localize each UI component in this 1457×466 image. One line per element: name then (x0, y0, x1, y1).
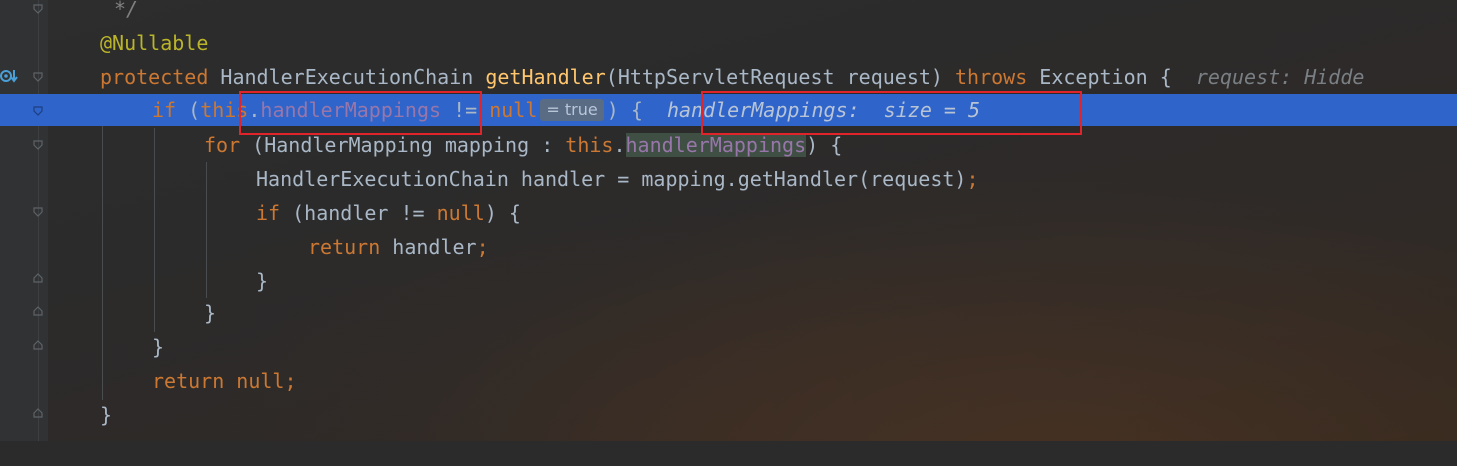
exception-type: Exception (1039, 65, 1148, 89)
brace: { (508, 201, 521, 225)
debug-value-hint: request: Hidde (1195, 65, 1365, 89)
brace: } (100, 403, 113, 427)
brace: } (256, 269, 269, 293)
param-type: HttpServletRequest (617, 65, 835, 89)
code-line[interactable]: } (0, 398, 1457, 432)
field-ref[interactable]: handlerMappings (260, 98, 441, 122)
fold-marker-icon[interactable] (32, 340, 44, 352)
paren: ( (252, 133, 265, 157)
assignment-statement: HandlerExecutionChain handler = mapping.… (256, 162, 979, 196)
code-line[interactable]: @Nullable (0, 26, 1457, 60)
keyword: null (436, 201, 485, 225)
fold-marker-icon[interactable] (32, 2, 44, 14)
fold-marker-icon[interactable] (32, 138, 44, 150)
keyword: if (256, 201, 281, 225)
variable: mapping (444, 133, 530, 157)
paren: ) (484, 201, 497, 225)
if-statement: if (handler != null) { (256, 196, 521, 230)
paren: ( (605, 65, 618, 89)
brace: { (830, 133, 843, 157)
brace: { (630, 98, 643, 122)
method-name: getHandler (485, 65, 606, 89)
current-execution-line[interactable]: if (this.handlerMappings != null = true) … (0, 94, 1457, 126)
operator: = (617, 167, 630, 191)
comment-text: */ (114, 0, 139, 21)
code-line[interactable]: */ (0, 0, 1457, 26)
paren: ) (930, 65, 943, 89)
brace: } (204, 301, 217, 325)
keyword: return (308, 235, 381, 259)
fold-marker-icon[interactable] (32, 306, 44, 318)
keyword: for (204, 133, 241, 157)
code-line[interactable]: for (HandlerMapping mapping : this.handl… (0, 128, 1457, 162)
param-name: request (846, 65, 931, 89)
code-line[interactable]: } (0, 264, 1457, 298)
keyword: throws (955, 65, 1028, 89)
method-call: mapping.getHandler(request) (641, 167, 967, 191)
type-name: HandlerMapping (264, 133, 433, 157)
dot: . (613, 133, 626, 157)
keyword: this (565, 133, 614, 157)
inline-value-badge: = true (540, 99, 604, 121)
code-line[interactable]: if (handler != null) { (0, 196, 1457, 230)
fold-marker-icon[interactable] (32, 205, 44, 217)
keyword: null (489, 98, 538, 122)
semicolon: ; (284, 369, 297, 393)
brace: { (1159, 65, 1172, 89)
keyword: return (152, 369, 225, 393)
return-type: HandlerExecutionChain (220, 65, 474, 89)
variable: handler (520, 167, 606, 191)
annotation: @Nullable (100, 31, 209, 55)
keyword: this (200, 98, 249, 122)
fold-marker-icon[interactable] (32, 104, 44, 116)
colon: : (541, 133, 554, 157)
if-statement: if (this.handlerMappings != null = true) … (152, 94, 980, 126)
variable: handler (392, 235, 477, 259)
type-name: HandlerExecutionChain (256, 167, 509, 191)
keyword: null (236, 369, 285, 393)
fold-marker-icon[interactable] (32, 408, 44, 420)
semicolon: ; (476, 235, 489, 259)
method-signature: protected HandlerExecutionChain getHandl… (100, 60, 1364, 94)
code-line[interactable]: HandlerExecutionChain handler = mapping.… (0, 162, 1457, 196)
code-line[interactable]: return null; (0, 364, 1457, 398)
field-ref[interactable]: handlerMappings (625, 133, 807, 157)
fold-marker-icon[interactable] (32, 273, 44, 285)
breakpoint-debug-icon[interactable] (0, 66, 22, 90)
keyword: protected (100, 65, 209, 89)
paren: ( (188, 98, 201, 122)
code-line[interactable]: protected HandlerExecutionChain getHandl… (0, 60, 1457, 94)
debug-value-hint: handlerMappings: size = 5 (666, 98, 981, 122)
semicolon: ; (966, 167, 979, 191)
operator: != (453, 98, 478, 122)
return-statement: return handler; (308, 230, 489, 264)
fold-marker-icon[interactable] (32, 70, 44, 82)
keyword: if (152, 98, 177, 122)
condition: (handler != (292, 201, 425, 225)
paren: ) (806, 133, 819, 157)
dot: . (248, 98, 261, 122)
code-line[interactable]: } (0, 296, 1457, 330)
for-statement: for (HandlerMapping mapping : this.handl… (204, 128, 842, 162)
brace: } (152, 335, 165, 359)
code-line[interactable]: } (0, 330, 1457, 364)
paren: ) (606, 98, 619, 122)
return-statement: return null; (152, 364, 297, 398)
code-line[interactable]: return handler; (0, 230, 1457, 264)
